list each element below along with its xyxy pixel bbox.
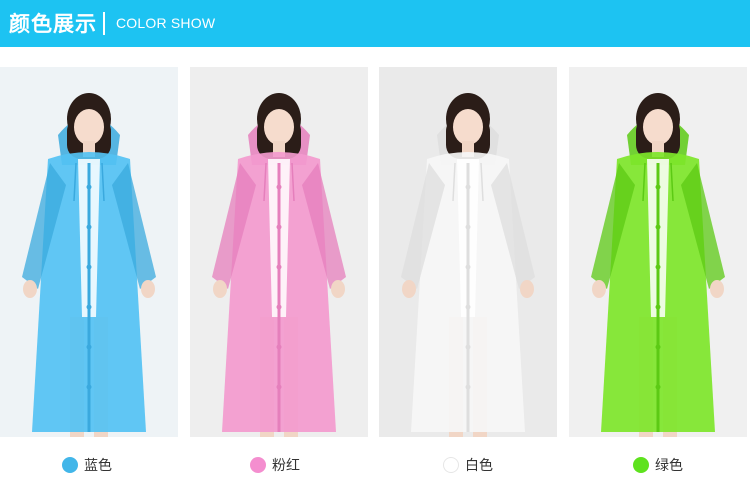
face xyxy=(74,109,104,145)
raincoat-button xyxy=(655,384,661,390)
product-image-blue xyxy=(0,67,178,437)
raincoat-button xyxy=(655,184,661,190)
raincoat-button xyxy=(655,344,661,350)
hand xyxy=(520,280,534,298)
label-pink: 粉红 xyxy=(272,458,300,474)
product-image-pink xyxy=(190,67,368,437)
label-white: 白色 xyxy=(465,458,493,474)
product-image-white xyxy=(379,67,557,437)
raincoat-button xyxy=(276,224,282,230)
face xyxy=(453,109,483,145)
raincoat-button xyxy=(465,304,471,310)
raincoat-button xyxy=(86,384,92,390)
raincoat-button xyxy=(655,224,661,230)
raincoat-button xyxy=(86,304,92,310)
face xyxy=(264,109,294,145)
raincoat-button xyxy=(86,184,92,190)
raincoat-button xyxy=(465,344,471,350)
hand xyxy=(331,280,345,298)
raincoat-button xyxy=(276,264,282,270)
hand xyxy=(710,280,724,298)
swatch-blue xyxy=(62,457,78,473)
header-banner: 颜色展示 COLOR SHOW xyxy=(0,0,750,47)
hand xyxy=(141,280,155,298)
banner-divider xyxy=(103,12,105,35)
raincoat-button xyxy=(276,184,282,190)
raincoat-button xyxy=(86,224,92,230)
raincoat-button xyxy=(276,304,282,310)
face xyxy=(643,109,673,145)
raincoat-button xyxy=(276,344,282,350)
raincoat-button xyxy=(276,384,282,390)
raincoat-button xyxy=(465,184,471,190)
swatch-green xyxy=(633,457,649,473)
banner-title: 颜色展示 xyxy=(9,11,97,36)
raincoat-button xyxy=(86,264,92,270)
banner-subtitle: COLOR SHOW xyxy=(116,15,216,31)
raincoat-button xyxy=(86,344,92,350)
label-blue: 蓝色 xyxy=(84,458,112,474)
hand xyxy=(592,280,606,298)
swatch-pink xyxy=(250,457,266,473)
product-image-green xyxy=(569,67,747,437)
label-green: 绿色 xyxy=(655,458,683,474)
raincoat-button xyxy=(465,264,471,270)
hand xyxy=(402,280,416,298)
swatch-white xyxy=(443,457,459,473)
raincoat-button xyxy=(655,264,661,270)
raincoat-button xyxy=(655,304,661,310)
hand xyxy=(23,280,37,298)
hand xyxy=(213,280,227,298)
raincoat-button xyxy=(465,384,471,390)
raincoat-button xyxy=(465,224,471,230)
